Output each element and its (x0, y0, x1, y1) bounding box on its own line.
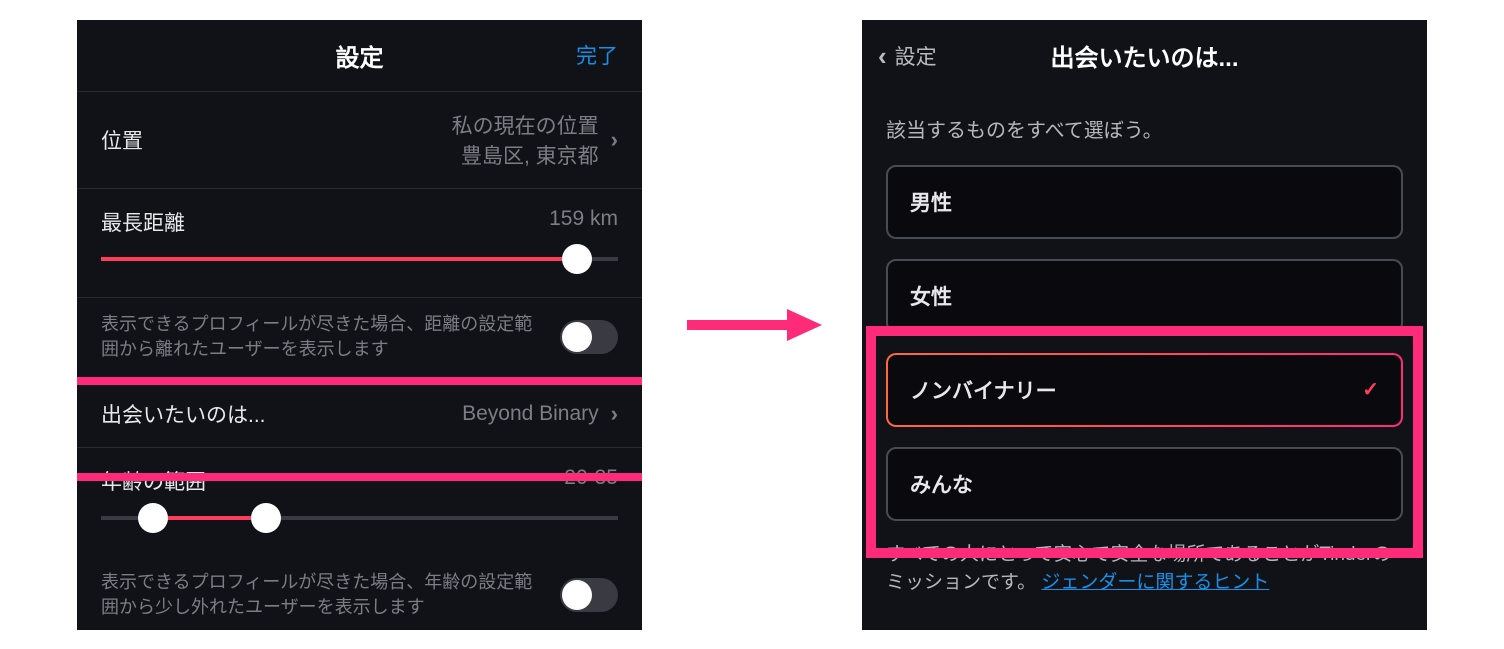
want-to-meet-row[interactable]: 出会いたいのは... Beyond Binary › (77, 381, 642, 448)
option-label: みんな (910, 469, 973, 499)
want-to-meet-label: 出会いたいのは... (101, 399, 266, 429)
distance-label: 最長距離 (101, 207, 185, 237)
option-label: 女性 (910, 281, 952, 311)
option-female[interactable]: 女性 (886, 259, 1403, 333)
toggle-knob (562, 580, 592, 610)
slider-thumb[interactable] (562, 244, 592, 274)
distance-toggle-row: 表示できるプロフィールが尽きた場合、距離の設定範囲から離れたユーザーを表示します (77, 298, 642, 381)
gender-hints-link[interactable]: ジェンダーに関するヒント (1041, 572, 1269, 593)
distance-toggle-text: 表示できるプロフィールが尽きた場合、距離の設定範囲から離れたユーザーを表示します (101, 312, 544, 362)
option-everyone[interactable]: みんな (886, 447, 1403, 521)
age-toggle-row: 表示できるプロフィールが尽きた場合、年齢の設定範囲から少し外れたユーザーを表示し… (77, 556, 642, 630)
want-to-meet-value: Beyond Binary (462, 402, 599, 426)
want-to-meet-screen: ‹ 設定 出会いたいのは... 該当するものをすべて選ぼう。 男性 女性 ノンバ… (862, 20, 1427, 630)
location-value-2: 豊島区, 東京都 (461, 140, 599, 170)
option-label: 男性 (910, 187, 952, 217)
page-title: 出会いたいのは... (1050, 38, 1238, 73)
option-list: 男性 女性 ノンバイナリー ✓ みんな (862, 165, 1427, 521)
option-label: ノンバイナリー (910, 375, 1057, 405)
header: 設定 完了 (77, 20, 642, 92)
settings-screen: 設定 完了 位置 私の現在の位置 豊島区, 東京都 › 最長距離 159 km … (77, 20, 642, 630)
toggle-knob (562, 322, 592, 352)
done-button[interactable]: 完了 (576, 40, 618, 70)
chevron-right-icon: › (611, 401, 618, 427)
slider-thumb-max[interactable] (251, 503, 281, 533)
slider-thumb-min[interactable] (138, 503, 168, 533)
age-value: 20-35 (564, 466, 618, 496)
back-label: 設定 (895, 41, 937, 71)
footer-text: すべての人にとって安心で安全な場所であることがTinderのミッションです。 ジ… (862, 521, 1427, 598)
distance-slider[interactable] (101, 257, 618, 261)
distance-value: 159 km (549, 207, 618, 237)
back-button[interactable]: ‹ 設定 (878, 41, 937, 71)
age-section: 年齢の範囲 20-35 (77, 448, 642, 556)
arrow-icon (682, 305, 822, 345)
age-label: 年齢の範囲 (101, 466, 206, 496)
option-nonbinary[interactable]: ノンバイナリー ✓ (886, 353, 1403, 427)
page-title: 設定 (336, 38, 384, 73)
distance-toggle[interactable] (560, 320, 618, 354)
location-value-1: 私の現在の位置 (452, 110, 599, 140)
option-male[interactable]: 男性 (886, 165, 1403, 239)
age-slider[interactable] (101, 516, 618, 520)
age-toggle-text: 表示できるプロフィールが尽きた場合、年齢の設定範囲から少し外れたユーザーを表示し… (101, 570, 544, 620)
chevron-left-icon: ‹ (878, 43, 887, 69)
subtitle: 該当するものをすべて選ぼう。 (862, 92, 1427, 165)
check-icon: ✓ (1362, 377, 1379, 402)
distance-section: 最長距離 159 km (77, 189, 642, 298)
location-label: 位置 (101, 125, 143, 155)
location-row[interactable]: 位置 私の現在の位置 豊島区, 東京都 › (77, 92, 642, 189)
age-toggle[interactable] (560, 578, 618, 612)
header: ‹ 設定 出会いたいのは... (862, 20, 1427, 92)
chevron-right-icon: › (611, 127, 618, 153)
